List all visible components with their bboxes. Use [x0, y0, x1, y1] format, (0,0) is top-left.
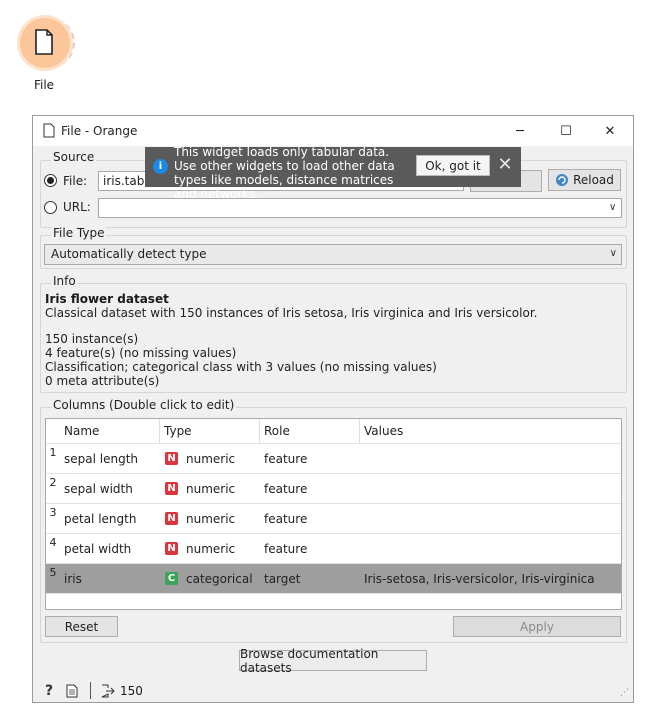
variable-role[interactable]: feature: [264, 482, 307, 496]
info-group-label: Info: [51, 274, 78, 288]
categorical-type-icon: C: [165, 572, 178, 585]
variable-values[interactable]: Iris-setosa, Iris-versicolor, Iris-virgi…: [364, 572, 595, 586]
numeric-type-icon: N: [165, 452, 178, 465]
source-group-label: Source: [51, 150, 97, 164]
columns-group-label: Columns (Double click to edit): [51, 398, 237, 412]
variable-name[interactable]: sepal length: [64, 452, 138, 466]
reset-button[interactable]: Reset: [45, 616, 118, 637]
variable-type[interactable]: numeric: [186, 542, 235, 556]
file-type-chevron-icon: ∨: [609, 248, 617, 259]
help-icon[interactable]: ?: [45, 683, 53, 699]
file-type-select[interactable]: Automatically detect type ∨: [44, 244, 622, 265]
variable-role[interactable]: feature: [264, 452, 307, 466]
table-row-selected[interactable]: 5 iris C categorical target Iris-setosa,…: [46, 563, 621, 593]
variable-name[interactable]: petal width: [64, 542, 131, 556]
variable-role[interactable]: target: [264, 572, 301, 586]
numeric-type-icon: N: [165, 512, 178, 525]
report-icon[interactable]: [66, 684, 78, 698]
window-title: File - Orange: [61, 124, 138, 138]
table-row[interactable]: 2 sepal width N numeric feature: [46, 473, 621, 503]
resize-grip-icon[interactable]: ⋰: [620, 688, 629, 698]
row-number: 3: [49, 506, 57, 519]
table-row[interactable]: 1 sepal length N numeric feature: [46, 443, 621, 473]
instances-count: 150 instance(s): [45, 332, 139, 346]
row-number: 2: [49, 476, 57, 489]
status-divider: [90, 682, 91, 699]
numeric-type-icon: N: [165, 482, 178, 495]
row-number: 4: [49, 536, 57, 549]
numeric-type-icon: N: [165, 542, 178, 555]
variable-type[interactable]: categorical: [186, 572, 253, 586]
file-radio-label: File:: [63, 174, 88, 188]
dataset-description: Classical dataset with 150 instances of …: [45, 306, 538, 320]
variable-name[interactable]: petal length: [64, 512, 136, 526]
variable-type[interactable]: numeric: [186, 452, 235, 466]
maximize-button[interactable]: ☐: [543, 116, 589, 146]
close-tooltip-icon[interactable]: ✕: [495, 152, 515, 176]
reload-label: Reload: [573, 173, 614, 187]
column-header-role[interactable]: Role: [260, 419, 360, 443]
features-count: 4 feature(s) (no missing values): [45, 346, 237, 360]
dataset-title: Iris flower dataset: [45, 292, 169, 306]
reload-icon: [556, 174, 569, 186]
output-icon: [101, 684, 115, 698]
file-radio[interactable]: [44, 174, 57, 187]
url-input[interactable]: [98, 198, 622, 218]
row-number: 5: [49, 566, 57, 579]
close-window-button[interactable]: ✕: [587, 116, 633, 146]
file-type-value: Automatically detect type: [51, 247, 207, 261]
minimize-button[interactable]: ─: [497, 116, 543, 146]
classification-info: Classification; categorical class with 3…: [45, 360, 437, 374]
file-type-group-label: File Type: [51, 226, 107, 240]
url-radio[interactable]: [44, 201, 57, 214]
table-row[interactable]: 4 petal width N numeric feature: [46, 533, 621, 563]
column-header-name[interactable]: Name: [60, 419, 160, 443]
variable-role[interactable]: feature: [264, 512, 307, 526]
variable-role[interactable]: feature: [264, 542, 307, 556]
column-header-values[interactable]: Values: [360, 419, 621, 443]
browse-documentation-datasets-button[interactable]: Browse documentation datasets: [239, 647, 427, 675]
variable-type[interactable]: numeric: [186, 482, 235, 496]
columns-table[interactable]: Name Type Role Values 1 sepal length N n…: [45, 418, 622, 610]
node-label: File: [33, 78, 55, 92]
variable-type[interactable]: numeric: [186, 512, 235, 526]
url-radio-label: URL:: [63, 200, 91, 214]
variable-name[interactable]: sepal width: [64, 482, 133, 496]
title-bar: File - Orange ─ ☐ ✕: [33, 116, 633, 146]
file-widget-window: File - Orange ─ ☐ ✕ Source File: iris.ta…: [32, 115, 634, 703]
notification-tooltip: i This widget loads only tabular data. U…: [145, 145, 521, 201]
row-number: 1: [49, 446, 57, 459]
info-icon: i: [153, 159, 168, 174]
apply-button[interactable]: Apply: [453, 616, 621, 637]
output-count: 150: [120, 684, 143, 698]
tooltip-text: This widget loads only tabular data. Use…: [174, 145, 395, 201]
column-header-type[interactable]: Type: [160, 419, 260, 443]
variable-name[interactable]: iris: [64, 572, 82, 586]
reload-button[interactable]: Reload: [548, 169, 621, 191]
table-row-spacer: [46, 593, 621, 609]
status-bar: ? 150 ⋰: [33, 680, 633, 702]
title-document-icon: [43, 123, 55, 138]
url-dropdown-chevron-icon[interactable]: ∨: [609, 202, 616, 213]
ok-got-it-button[interactable]: Ok, got it: [416, 155, 490, 176]
document-icon: [35, 29, 53, 55]
meta-attributes-count: 0 meta attribute(s): [45, 374, 160, 388]
table-row[interactable]: 3 petal length N numeric feature: [46, 503, 621, 533]
